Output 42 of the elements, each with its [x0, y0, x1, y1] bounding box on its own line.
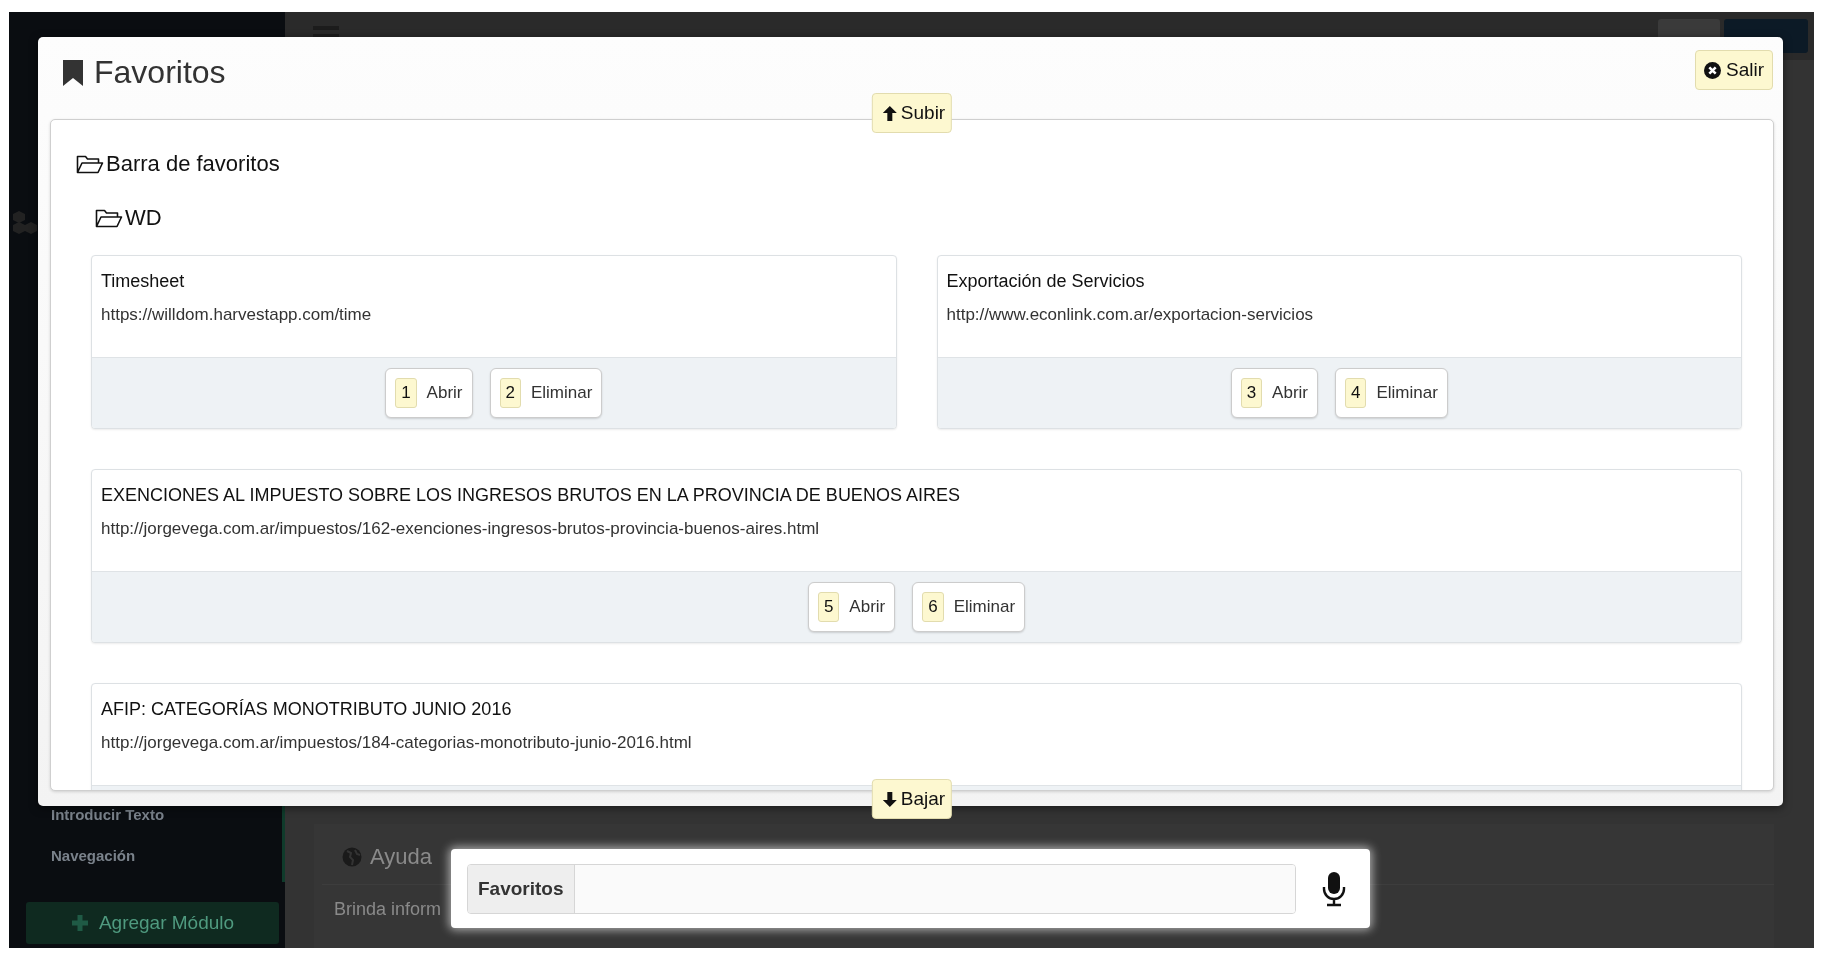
shortcut-key-badge: 3: [1240, 378, 1263, 408]
bookmark-action-button[interactable]: 4 Eliminar: [1335, 368, 1448, 418]
bookmark-icon: [62, 58, 84, 87]
bookmark-action-button[interactable]: 3 Abrir: [1230, 368, 1318, 418]
bookmark-title: EXENCIONES AL IMPUESTO SOBRE LOS INGRESOS BRUTOS EN LA PROVINCIA DE BUENOS AIRES: [101, 484, 960, 506]
shortcut-key-badge: 6: [922, 592, 944, 622]
add-module-button[interactable]: Agregar Módulo: [26, 902, 279, 944]
shortcut-key-badge: 4: [1345, 378, 1367, 408]
folder-icon: [76, 154, 104, 174]
microphone-icon[interactable]: [1321, 870, 1347, 907]
shortcut-key-badge: 2: [499, 378, 521, 408]
globe-icon: [342, 847, 362, 867]
bookmark-title: Timesheet: [101, 270, 185, 292]
folder-icon: [95, 208, 123, 228]
folder-name[interactable]: Barra de favoritos: [106, 151, 280, 177]
dialog-title: Favoritos: [94, 54, 226, 91]
sidebar-item[interactable]: Introducir Texto: [9, 806, 282, 823]
plus-icon: [70, 914, 89, 932]
bookmark-title: Exportación de Servicios: [946, 270, 1145, 292]
bookmark-action-button[interactable]: 2 Eliminar: [489, 368, 603, 418]
shortcut-key-badge: 1: [395, 378, 417, 408]
bookmark-title: AFIP: CATEGORÍAS MONOTRIBUTO JUNIO 2016: [101, 698, 512, 720]
help-title: Ayuda: [370, 844, 432, 870]
bookmark-url: http://jorgevega.com.ar/impuestos/162-exenciones-ingresos-brutos-provincia-buenos-aires.html: [101, 519, 820, 539]
command-input-field[interactable]: Favoritos: [467, 863, 1296, 914]
arrow-up-icon: [881, 104, 898, 122]
bookmark-action-button[interactable]: 6 Eliminar: [912, 582, 1026, 632]
bookmark-url: https://willdom.harvestapp.com/time: [101, 305, 372, 325]
folder-name[interactable]: WD: [125, 205, 162, 231]
shortcut-key-badge: 5: [817, 592, 840, 622]
arrow-down-icon: [881, 790, 898, 808]
bookmark-url: http://www.econlink.com.ar/exportacion-servicios: [946, 305, 1314, 325]
cubes-icon: [12, 210, 38, 234]
bookmark-action-button[interactable]: 5 Abrir: [807, 582, 896, 632]
exit-button[interactable]: Salir: [1695, 50, 1773, 90]
sidebar-item[interactable]: Navegación: [9, 847, 282, 864]
close-icon: [1704, 61, 1721, 79]
scroll-up-button[interactable]: Subir: [871, 93, 953, 133]
scroll-down-button[interactable]: Bajar: [871, 779, 953, 819]
help-text: Brinda inform: [333, 898, 442, 920]
bookmark-action-button[interactable]: 1 Abrir: [385, 368, 473, 418]
bookmark-url: http://jorgevega.com.ar/impuestos/184-categorias-monotributo-junio-2016.html: [101, 733, 692, 753]
